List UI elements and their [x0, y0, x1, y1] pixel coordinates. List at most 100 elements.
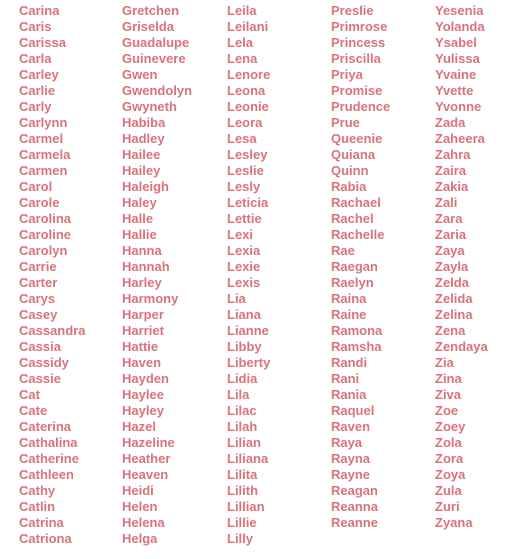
name-item: Zendaya — [435, 339, 488, 354]
name-item: Rae — [331, 243, 355, 258]
name-item: Lilian — [227, 435, 261, 450]
name-item: Hailey — [122, 163, 161, 178]
name-item: Haven — [122, 355, 162, 370]
name-item: Yvonne — [435, 99, 482, 114]
name-item: Lila — [227, 387, 250, 402]
name-item: Gwyneth — [122, 99, 177, 114]
name-item: Raquel — [331, 403, 375, 418]
name-item: Princess — [331, 35, 386, 50]
name-item: Rania — [331, 387, 367, 402]
name-item: Zyana — [435, 515, 473, 530]
name-item: Hailee — [122, 147, 161, 162]
name-item: Helga — [122, 531, 158, 546]
name-item: Rayna — [331, 451, 371, 466]
name-item: Lilly — [227, 531, 254, 546]
name-item: Yesenia — [435, 3, 484, 18]
name-item: Catrina — [19, 515, 64, 530]
name-item: Zaira — [435, 163, 467, 178]
name-item: Haleigh — [122, 179, 169, 194]
name-item: Heather — [122, 451, 171, 466]
name-item: Liberty — [227, 355, 271, 370]
name-item: Hannah — [122, 259, 170, 274]
name-item: Lexie — [227, 259, 261, 274]
name-item: Caterina — [19, 419, 72, 434]
name-item: Casey — [19, 307, 58, 322]
name-item: Raine — [331, 307, 367, 322]
name-item: Cathalina — [19, 435, 78, 450]
name-item: Carlie — [19, 83, 56, 98]
name-item: Carla — [19, 51, 52, 66]
name-item: Zena — [435, 323, 466, 338]
name-item: Raya — [331, 435, 363, 450]
name-item: Lesley — [227, 147, 268, 162]
name-item: Leilani — [227, 19, 269, 34]
name-item: Zali — [435, 195, 458, 210]
name-item: Carter — [19, 275, 58, 290]
name-item: Hazeline — [122, 435, 175, 450]
name-item: Gwendolyn — [122, 83, 193, 98]
name-item: Halle — [122, 211, 154, 226]
name-item: Cat — [19, 387, 40, 402]
name-item: Zaheera — [435, 131, 485, 146]
name-item: Cassie — [19, 371, 61, 386]
name-item: Ysabel — [435, 35, 477, 50]
name-item: Carina — [19, 3, 60, 18]
name-item: Haylee — [122, 387, 164, 402]
name-item: Zia — [435, 355, 454, 370]
name-item: Liana — [227, 307, 261, 322]
name-item: Zada — [435, 115, 466, 130]
name-item: Helena — [122, 515, 165, 530]
name-item: Priya — [331, 67, 363, 82]
name-item: Rachelle — [331, 227, 385, 242]
name-item: Cathleen — [19, 467, 74, 482]
name-item: Zula — [435, 483, 462, 498]
name-item: Carole — [19, 195, 60, 210]
name-item: Catherine — [19, 451, 79, 466]
name-item: Carrie — [19, 259, 57, 274]
name-item: Rachel — [331, 211, 374, 226]
name-item: Lexia — [227, 243, 261, 258]
name-item: Libby — [227, 339, 262, 354]
name-item: Lilac — [227, 403, 257, 418]
name-item: Zoey — [435, 419, 466, 434]
name-item: Liliana — [227, 451, 269, 466]
name-item: Leonie — [227, 99, 269, 114]
name-item: Guinevere — [122, 51, 186, 66]
name-item: Zora — [435, 451, 464, 466]
name-item: Lillian — [227, 499, 265, 514]
name-item: Priscilla — [331, 51, 381, 66]
name-item: Cate — [19, 403, 48, 418]
name-item: Carley — [19, 67, 59, 82]
name-item: Lena — [227, 51, 258, 66]
name-item: Zuri — [435, 499, 460, 514]
name-item: Prue — [331, 115, 360, 130]
name-item: Lettie — [227, 211, 262, 226]
name-item: Carly — [19, 99, 52, 114]
name-item: Raina — [331, 291, 367, 306]
name-item: Reanna — [331, 499, 378, 514]
name-item: Carlynn — [19, 115, 68, 130]
name-column: Gretchen Griselda Guadalupe Guinevere Gwen Gw… — [122, 3, 192, 547]
name-item: Caris — [19, 19, 52, 34]
name-item: Zaria — [435, 227, 467, 242]
name-item: Rani — [331, 371, 360, 386]
name-item: Carmen — [19, 163, 68, 178]
name-item: Zelida — [435, 291, 473, 306]
name-item: Gwen — [122, 67, 158, 82]
name-item: Prudence — [331, 99, 391, 114]
name-item: Harper — [122, 307, 164, 322]
name-item: Hadley — [122, 131, 165, 146]
name-item: Harriet — [122, 323, 164, 338]
name-item: Hattie — [122, 339, 159, 354]
name-item: Gretchen — [122, 3, 180, 18]
name-item: Zaya — [435, 243, 465, 258]
name-item: Lidia — [227, 371, 258, 386]
name-item: Zoya — [435, 467, 466, 482]
name-item: Hallie — [122, 227, 157, 242]
name-item: Lesly — [227, 179, 261, 194]
name-item: Lexis — [227, 275, 261, 290]
name-item: Cathy — [19, 483, 56, 498]
name-item: Heidi — [122, 483, 154, 498]
name-item: Lilah — [227, 419, 258, 434]
name-item: Carmel — [19, 131, 64, 146]
